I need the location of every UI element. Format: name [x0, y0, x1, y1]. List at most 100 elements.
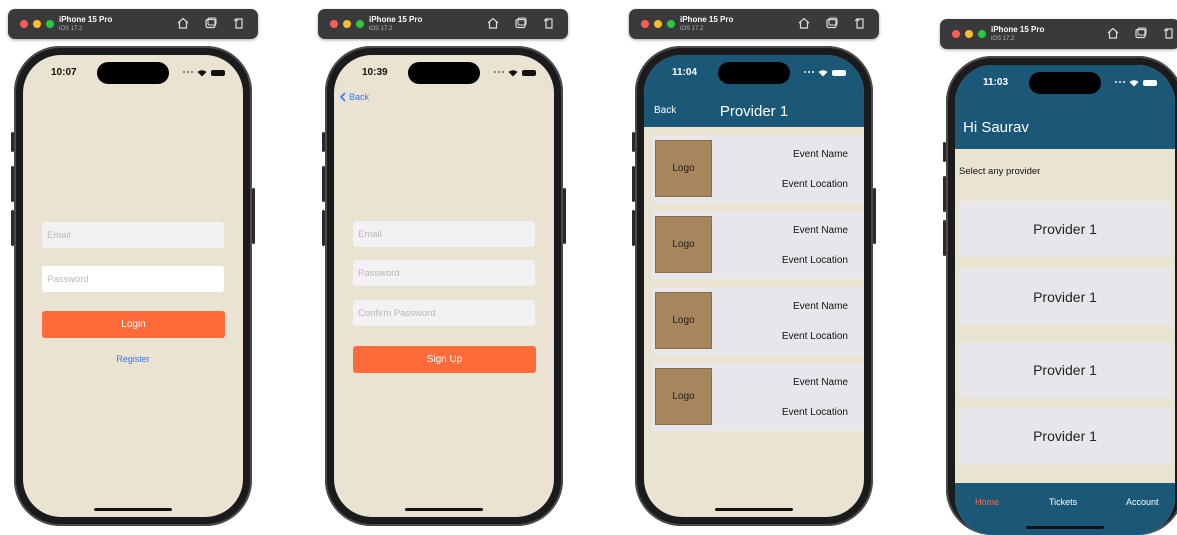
- event-location: Event Location: [781, 255, 848, 266]
- home-icon[interactable]: [1106, 26, 1120, 40]
- wifi-icon: [197, 69, 207, 77]
- status-time: 10:07: [51, 67, 77, 78]
- login-button[interactable]: Login: [42, 311, 225, 338]
- wifi-icon: [818, 69, 828, 77]
- event-card[interactable]: Logo Event Name Event Location: [652, 287, 864, 355]
- device-name: iPhone 15 Pro: [59, 15, 113, 24]
- phone-provider: 11:04 Back Provider 1 Logo Event Name Ev…: [632, 46, 876, 526]
- dynamic-island: [408, 62, 480, 84]
- provider-card[interactable]: Provider 1: [959, 201, 1171, 257]
- provider-card[interactable]: Provider 1: [959, 269, 1171, 325]
- wifi-icon: [508, 69, 518, 77]
- device-name: iPhone 15 Pro: [991, 25, 1045, 34]
- screenshot-icon[interactable]: [825, 16, 839, 30]
- status-time: 11:04: [672, 67, 698, 78]
- event-logo: Logo: [655, 292, 712, 349]
- confirm-password-field[interactable]: [353, 300, 535, 326]
- close-window-button[interactable]: [330, 20, 338, 28]
- os-version: iOS 17.2: [369, 26, 393, 32]
- screenshot-icon[interactable]: [204, 16, 218, 30]
- event-name: Event Name: [792, 149, 848, 160]
- battery-icon: [522, 70, 536, 76]
- zoom-window-button[interactable]: [978, 30, 986, 38]
- window-controls: [952, 30, 986, 38]
- close-window-button[interactable]: [20, 20, 28, 28]
- battery-icon: [832, 70, 846, 76]
- page-title: Provider 1: [719, 103, 789, 120]
- tab-tickets[interactable]: Tickets: [1049, 497, 1077, 507]
- select-provider-label: Select any provider: [959, 166, 1041, 177]
- email-field[interactable]: [353, 221, 535, 247]
- os-version: iOS 17.2: [991, 36, 1015, 42]
- event-logo: Logo: [655, 216, 712, 273]
- minimize-window-button[interactable]: [33, 20, 41, 28]
- register-link[interactable]: Register: [23, 354, 243, 364]
- dynamic-island: [1029, 72, 1101, 94]
- provider-screen: 11:04 Back Provider 1 Logo Event Name Ev…: [644, 55, 864, 517]
- status-time: 11:03: [983, 77, 1009, 88]
- zoom-window-button[interactable]: [46, 20, 54, 28]
- event-card[interactable]: Logo Event Name Event Location: [652, 363, 864, 431]
- rotate-icon[interactable]: [853, 16, 867, 30]
- screenshot-icon[interactable]: [1134, 26, 1148, 40]
- close-window-button[interactable]: [952, 30, 960, 38]
- zoom-window-button[interactable]: [356, 20, 364, 28]
- home-indicator[interactable]: [1026, 526, 1104, 529]
- event-location: Event Location: [781, 407, 848, 418]
- home-icon[interactable]: [176, 16, 190, 30]
- screenshot-icon[interactable]: [514, 16, 528, 30]
- tab-account[interactable]: Account: [1126, 497, 1159, 507]
- login-screen: 10:07 Login Register: [23, 55, 243, 517]
- back-label: Back: [349, 92, 370, 102]
- simulator-toolbar-provider: iPhone 15 Pro iOS 17.2: [629, 9, 879, 39]
- dynamic-island: [718, 62, 790, 84]
- email-field[interactable]: [42, 222, 224, 248]
- os-version: iOS 17.2: [680, 26, 704, 32]
- os-version: iOS 17.2: [59, 26, 83, 32]
- rotate-icon[interactable]: [542, 16, 556, 30]
- event-location: Event Location: [781, 179, 848, 190]
- home-icon[interactable]: [797, 16, 811, 30]
- rotate-icon[interactable]: [1162, 26, 1176, 40]
- event-location: Event Location: [781, 331, 848, 342]
- simulator-toolbar-login: iPhone 15 Pro iOS 17.2: [8, 9, 258, 39]
- close-window-button[interactable]: [641, 20, 649, 28]
- minimize-window-button[interactable]: [965, 30, 973, 38]
- provider-card[interactable]: Provider 1: [959, 408, 1171, 464]
- home-icon[interactable]: [486, 16, 500, 30]
- page-title: Hi Saurav: [963, 119, 1029, 136]
- status-time: 10:39: [362, 67, 388, 78]
- password-field[interactable]: [353, 260, 535, 286]
- signup-button[interactable]: Sign Up: [353, 346, 536, 373]
- event-logo: Logo: [655, 140, 712, 197]
- phone-signup: 10:39 Back Sign Up: [322, 46, 566, 526]
- phone-home: 11:03 Hi Saurav Select any provider Prov…: [943, 56, 1177, 535]
- zoom-window-button[interactable]: [667, 20, 675, 28]
- rotate-icon[interactable]: [232, 16, 246, 30]
- device-name: iPhone 15 Pro: [369, 15, 423, 24]
- window-controls: [20, 20, 54, 28]
- back-button[interactable]: Back: [339, 92, 369, 102]
- dynamic-island: [97, 62, 169, 84]
- home-indicator[interactable]: [405, 508, 483, 511]
- minimize-window-button[interactable]: [343, 20, 351, 28]
- battery-icon: [1143, 80, 1157, 86]
- event-card[interactable]: Logo Event Name Event Location: [652, 211, 864, 279]
- wifi-icon: [1129, 79, 1139, 87]
- event-name: Event Name: [792, 225, 848, 236]
- signup-screen: 10:39 Back Sign Up: [334, 55, 554, 517]
- provider-card[interactable]: Provider 1: [959, 342, 1171, 398]
- password-field[interactable]: [42, 266, 224, 292]
- simulator-toolbar-home: iPhone 15 Pro iOS 17.2: [940, 19, 1177, 49]
- simulator-toolbar-signup: iPhone 15 Pro iOS 17.2: [318, 9, 568, 39]
- phone-login: 10:07 Login Register: [11, 46, 255, 526]
- chevron-left-icon: [339, 92, 346, 102]
- event-card[interactable]: Logo Event Name Event Location: [652, 135, 864, 203]
- minimize-window-button[interactable]: [654, 20, 662, 28]
- home-screen: 11:03 Hi Saurav Select any provider Prov…: [955, 65, 1175, 535]
- home-indicator[interactable]: [715, 508, 793, 511]
- device-name: iPhone 15 Pro: [680, 15, 734, 24]
- home-indicator[interactable]: [94, 508, 172, 511]
- window-controls: [330, 20, 364, 28]
- tab-home[interactable]: Home: [975, 497, 999, 507]
